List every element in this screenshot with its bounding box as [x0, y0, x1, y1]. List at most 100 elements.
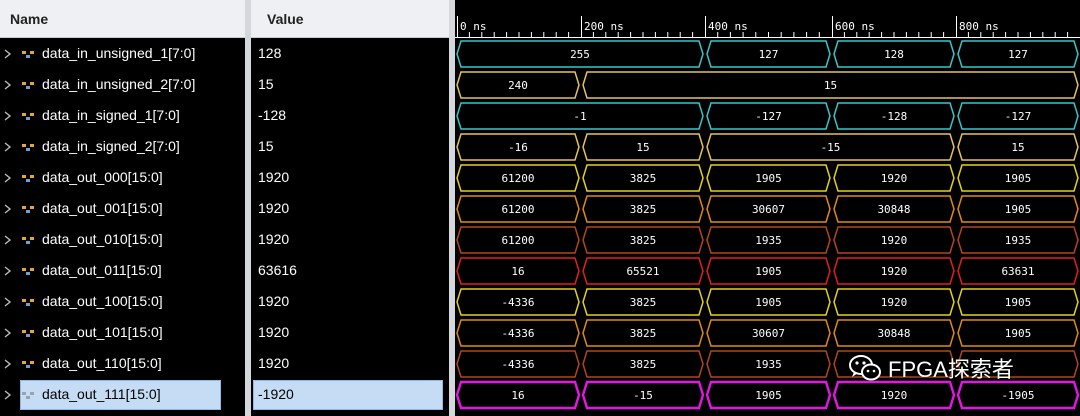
bus-icon — [22, 175, 34, 182]
bus-waveform[interactable]: -1 -127 -128 -127 — [456, 102, 1079, 130]
bus-icon — [22, 51, 34, 58]
bus-icon — [22, 113, 34, 120]
chevron-right-icon[interactable] — [4, 390, 12, 400]
bus-segment-value: 30607 — [752, 327, 785, 340]
value-row[interactable]: 128 — [251, 39, 449, 70]
bus-segment-value: -15 — [821, 141, 841, 154]
signal-name: data_in_unsigned_1[7:0] — [42, 45, 196, 61]
ruler-tick-label: 400 ns — [708, 20, 748, 33]
bus-segment-value: 61200 — [501, 203, 534, 216]
bus-segment-value: 1905 — [755, 265, 782, 278]
signal-row[interactable]: data_out_001[15:0] — [0, 194, 245, 225]
bus-waveform[interactable]: 255 127 128 127 — [456, 40, 1079, 68]
bus-icon — [22, 361, 34, 368]
signal-value: -128 — [258, 107, 287, 123]
signal-name: data_out_110[15:0] — [42, 355, 162, 371]
chevron-right-icon[interactable] — [4, 142, 12, 152]
signal-row[interactable]: data_in_unsigned_2[7:0] — [0, 70, 245, 101]
value-row[interactable]: 15 — [251, 70, 449, 101]
chevron-right-icon[interactable] — [4, 359, 12, 369]
signal-name: data_out_100[15:0] — [42, 293, 163, 309]
bus-segment-value: 3825 — [630, 203, 657, 216]
chevron-right-icon[interactable] — [4, 173, 12, 183]
signal-value: 1920 — [258, 324, 290, 340]
bus-segment-value: 3825 — [630, 327, 657, 340]
chevron-right-icon[interactable] — [4, 111, 12, 121]
value-row[interactable]: 1920 — [251, 225, 449, 256]
signal-name: data_out_101[15:0] — [42, 324, 163, 340]
bus-segment-value: 1920 — [881, 234, 908, 247]
bus-waveform[interactable]: 16 65521 1905 1920 63631 — [456, 257, 1079, 285]
bus-segment-value: -15 — [633, 389, 653, 402]
signal-row[interactable]: data_out_111[15:0] — [0, 380, 245, 411]
signal-row[interactable]: data_in_signed_2[7:0] — [0, 132, 245, 163]
bus-waveform[interactable]: -4336 3825 1905 1920 1905 — [456, 288, 1079, 316]
chevron-right-icon[interactable] — [4, 235, 12, 245]
signal-row[interactable]: data_out_110[15:0] — [0, 349, 245, 380]
signal-value: 1920 — [258, 355, 290, 371]
chevron-right-icon[interactable] — [4, 49, 12, 59]
bus-waveform[interactable]: 240 15 — [456, 71, 1079, 99]
bus-segment-value: 1935 — [755, 358, 782, 371]
value-row[interactable]: -1920 — [251, 380, 449, 411]
bus-segment-value: 61200 — [501, 172, 534, 185]
bus-waveform[interactable]: 16 -15 1905 1920 -1905 — [455, 380, 1080, 410]
bus-waveform[interactable]: 61200 3825 1905 1920 1905 — [456, 164, 1079, 192]
signal-row[interactable]: data_out_010[15:0] — [0, 225, 245, 256]
name-column-header[interactable]: Name — [0, 0, 245, 38]
signal-value: 128 — [258, 45, 282, 61]
signal-name: data_in_signed_2[7:0] — [42, 138, 180, 154]
bus-waveform[interactable]: 61200 3825 30607 30848 1905 — [456, 195, 1079, 223]
value-column-label: Value — [267, 11, 304, 27]
value-row[interactable]: 15 — [251, 132, 449, 163]
bus-icon — [22, 268, 34, 275]
bus-segment-value: 15 — [824, 79, 837, 92]
bus-segment-value: -1 — [573, 110, 586, 123]
bus-segment-value: 1920 — [881, 389, 908, 402]
signal-row[interactable]: data_out_011[15:0] — [0, 256, 245, 287]
bus-segment-value: -127 — [755, 110, 782, 123]
bus-icon — [22, 82, 34, 89]
bus-segment-value: -4336 — [501, 327, 534, 340]
name-column-label: Name — [10, 11, 49, 27]
bus-segment-value: 3825 — [630, 172, 657, 185]
signal-name: data_out_111[15:0] — [42, 386, 161, 402]
value-column-header[interactable]: Value — [251, 0, 449, 38]
chevron-right-icon[interactable] — [4, 297, 12, 307]
value-row[interactable]: 1920 — [251, 163, 449, 194]
chevron-right-icon[interactable] — [4, 266, 12, 276]
bus-waveform[interactable]: -4336 3825 30607 30848 1905 — [456, 319, 1079, 347]
signal-name: data_in_signed_1[7:0] — [42, 107, 180, 123]
bus-segment-value: 30848 — [877, 203, 910, 216]
value-row[interactable]: -128 — [251, 101, 449, 132]
chevron-right-icon[interactable] — [4, 80, 12, 90]
bus-segment-value: 15 — [1011, 141, 1024, 154]
bus-waveform[interactable]: -16 15 -15 15 — [456, 133, 1079, 161]
bus-segment-value: -4336 — [501, 296, 534, 309]
bus-segment-value: 61200 — [501, 234, 534, 247]
signal-row[interactable]: data_out_000[15:0] — [0, 163, 245, 194]
signal-row[interactable]: data_out_101[15:0] — [0, 318, 245, 349]
bus-segment-value: 1920 — [881, 265, 908, 278]
value-row[interactable]: 1920 — [251, 194, 449, 225]
signal-name: data_in_unsigned_2[7:0] — [42, 76, 196, 92]
bus-segment-value: 1920 — [881, 172, 908, 185]
signal-row[interactable]: data_in_signed_1[7:0] — [0, 101, 245, 132]
bus-segment-value: 127 — [759, 48, 779, 61]
value-row[interactable]: 1920 — [251, 318, 449, 349]
signal-row[interactable]: data_out_100[15:0] — [0, 287, 245, 318]
signal-row[interactable]: data_in_unsigned_1[7:0] — [0, 39, 245, 70]
bus-waveform[interactable]: 61200 3825 1935 1920 1935 — [456, 226, 1079, 254]
chevron-right-icon[interactable] — [4, 204, 12, 214]
value-row[interactable]: 1920 — [251, 349, 449, 380]
bus-segment-value: 1905 — [1005, 203, 1032, 216]
value-row[interactable]: 1920 — [251, 287, 449, 318]
value-row[interactable]: 63616 — [251, 256, 449, 287]
signal-name: data_out_010[15:0] — [42, 231, 163, 247]
bus-segment-value: 16 — [511, 389, 524, 402]
chevron-right-icon[interactable] — [4, 328, 12, 338]
bus-segment-value: -1905 — [1001, 389, 1034, 402]
bus-segment-value: 127 — [1008, 48, 1028, 61]
signal-value: 1920 — [258, 200, 290, 216]
ruler-tick-label: 0 ns — [460, 20, 487, 33]
